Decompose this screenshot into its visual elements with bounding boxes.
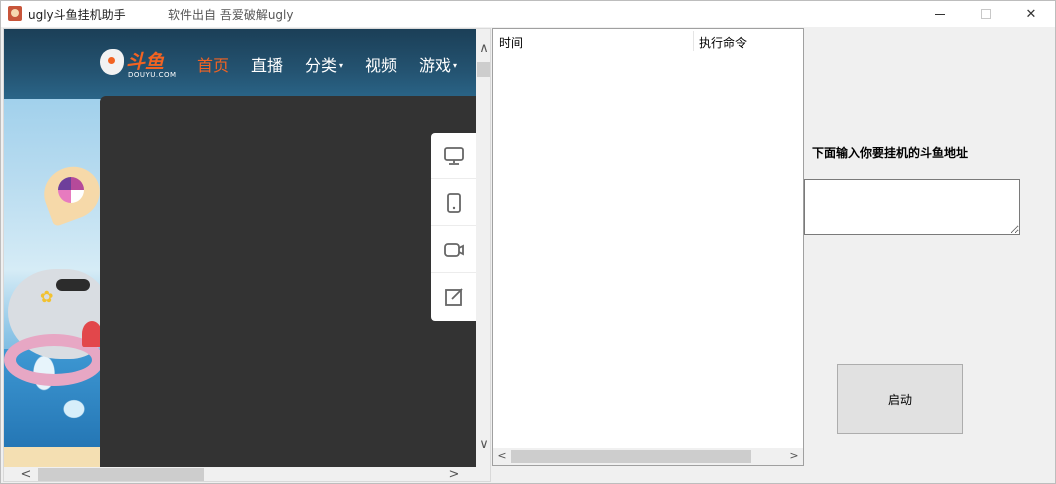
edit-icon	[444, 288, 463, 306]
nav-live[interactable]: 直播	[251, 52, 283, 76]
scroll-up-icon[interactable]: ∧	[476, 41, 490, 57]
scrollbar-thumb[interactable]	[511, 450, 751, 463]
scroll-down-icon[interactable]: ∨	[476, 437, 490, 453]
sand-art	[4, 447, 104, 467]
url-label: 下面输入你要挂机的斗鱼地址	[812, 146, 969, 160]
scrollbar-thumb[interactable]	[477, 62, 490, 77]
star-icon: ✿	[40, 287, 54, 306]
scroll-right-icon[interactable]: >	[446, 467, 462, 481]
douyu-url-input[interactable]	[804, 179, 1020, 235]
chevron-down-icon: ▾	[453, 61, 458, 70]
close-icon: ✕	[1025, 6, 1037, 22]
scroll-corner	[476, 467, 490, 481]
mobile-app-button[interactable]	[431, 180, 476, 226]
client-download-button[interactable]	[431, 133, 476, 179]
minimize-icon	[935, 13, 945, 15]
phone-icon	[446, 192, 461, 213]
close-button[interactable]: ✕	[1008, 1, 1054, 27]
fish-mascot-icon	[100, 49, 124, 75]
nav-home[interactable]: 首页	[197, 52, 229, 76]
embedded-browser[interactable]: 斗鱼 DOUYU.COM 首页 直播 分类 ▾ 视频 游戏 ▾ ✿ ∧ ∨ < …	[3, 28, 491, 482]
column-time[interactable]: 时间	[499, 34, 523, 51]
browser-vertical-scrollbar[interactable]: ∧ ∨	[476, 29, 490, 467]
watermelon-art	[82, 321, 102, 347]
title-bar: ugly斗鱼挂机助手 软件出自 吾爱破解ugly ✕	[1, 1, 1055, 27]
nav-games[interactable]: 游戏 ▾	[419, 52, 457, 76]
logo-domain: DOUYU.COM	[128, 71, 177, 79]
log-list[interactable]: 时间 执行命令 < >	[492, 28, 804, 466]
mascot-sunglasses-art	[56, 279, 90, 291]
nav-video[interactable]: 视频	[365, 52, 397, 76]
scroll-left-icon[interactable]: <	[495, 448, 509, 464]
beach-ball-art	[58, 177, 84, 203]
scrollbar-thumb[interactable]	[38, 468, 204, 481]
maximize-button[interactable]	[963, 1, 1009, 27]
app-window: ugly斗鱼挂机助手 软件出自 吾爱破解ugly ✕ 斗鱼 DOUYU.COM …	[0, 0, 1056, 484]
minimize-button[interactable]	[917, 1, 963, 27]
content-panel	[100, 96, 476, 467]
start-button[interactable]: 启动	[837, 364, 963, 434]
scroll-right-icon[interactable]: >	[787, 448, 801, 464]
douyu-webpage[interactable]: 斗鱼 DOUYU.COM 首页 直播 分类 ▾ 视频 游戏 ▾ ✿	[4, 29, 476, 467]
feedback-button[interactable]	[431, 274, 476, 320]
chevron-down-icon: ▾	[339, 61, 344, 70]
broadcast-button[interactable]	[431, 227, 476, 273]
window-subtitle: 软件出自 吾爱破解ugly	[168, 8, 294, 22]
scroll-left-icon[interactable]: <	[18, 467, 34, 481]
column-divider[interactable]	[693, 31, 694, 51]
browser-horizontal-scrollbar[interactable]: < >	[4, 467, 476, 481]
app-icon	[8, 6, 22, 21]
log-list-horizontal-scrollbar[interactable]: < >	[493, 448, 803, 465]
douyu-logo[interactable]: 斗鱼 DOUYU.COM	[100, 47, 180, 81]
column-command[interactable]: 执行命令	[699, 34, 747, 51]
window-title: ugly斗鱼挂机助手	[28, 8, 126, 22]
monitor-icon	[443, 146, 464, 165]
video-icon	[443, 242, 464, 257]
maximize-icon	[981, 9, 991, 19]
side-toolbar	[431, 133, 476, 321]
site-header	[4, 29, 476, 99]
nav-category[interactable]: 分类 ▾	[305, 52, 343, 76]
logo-text: 斗鱼	[126, 51, 165, 73]
log-list-header: 时间 执行命令	[493, 29, 803, 53]
